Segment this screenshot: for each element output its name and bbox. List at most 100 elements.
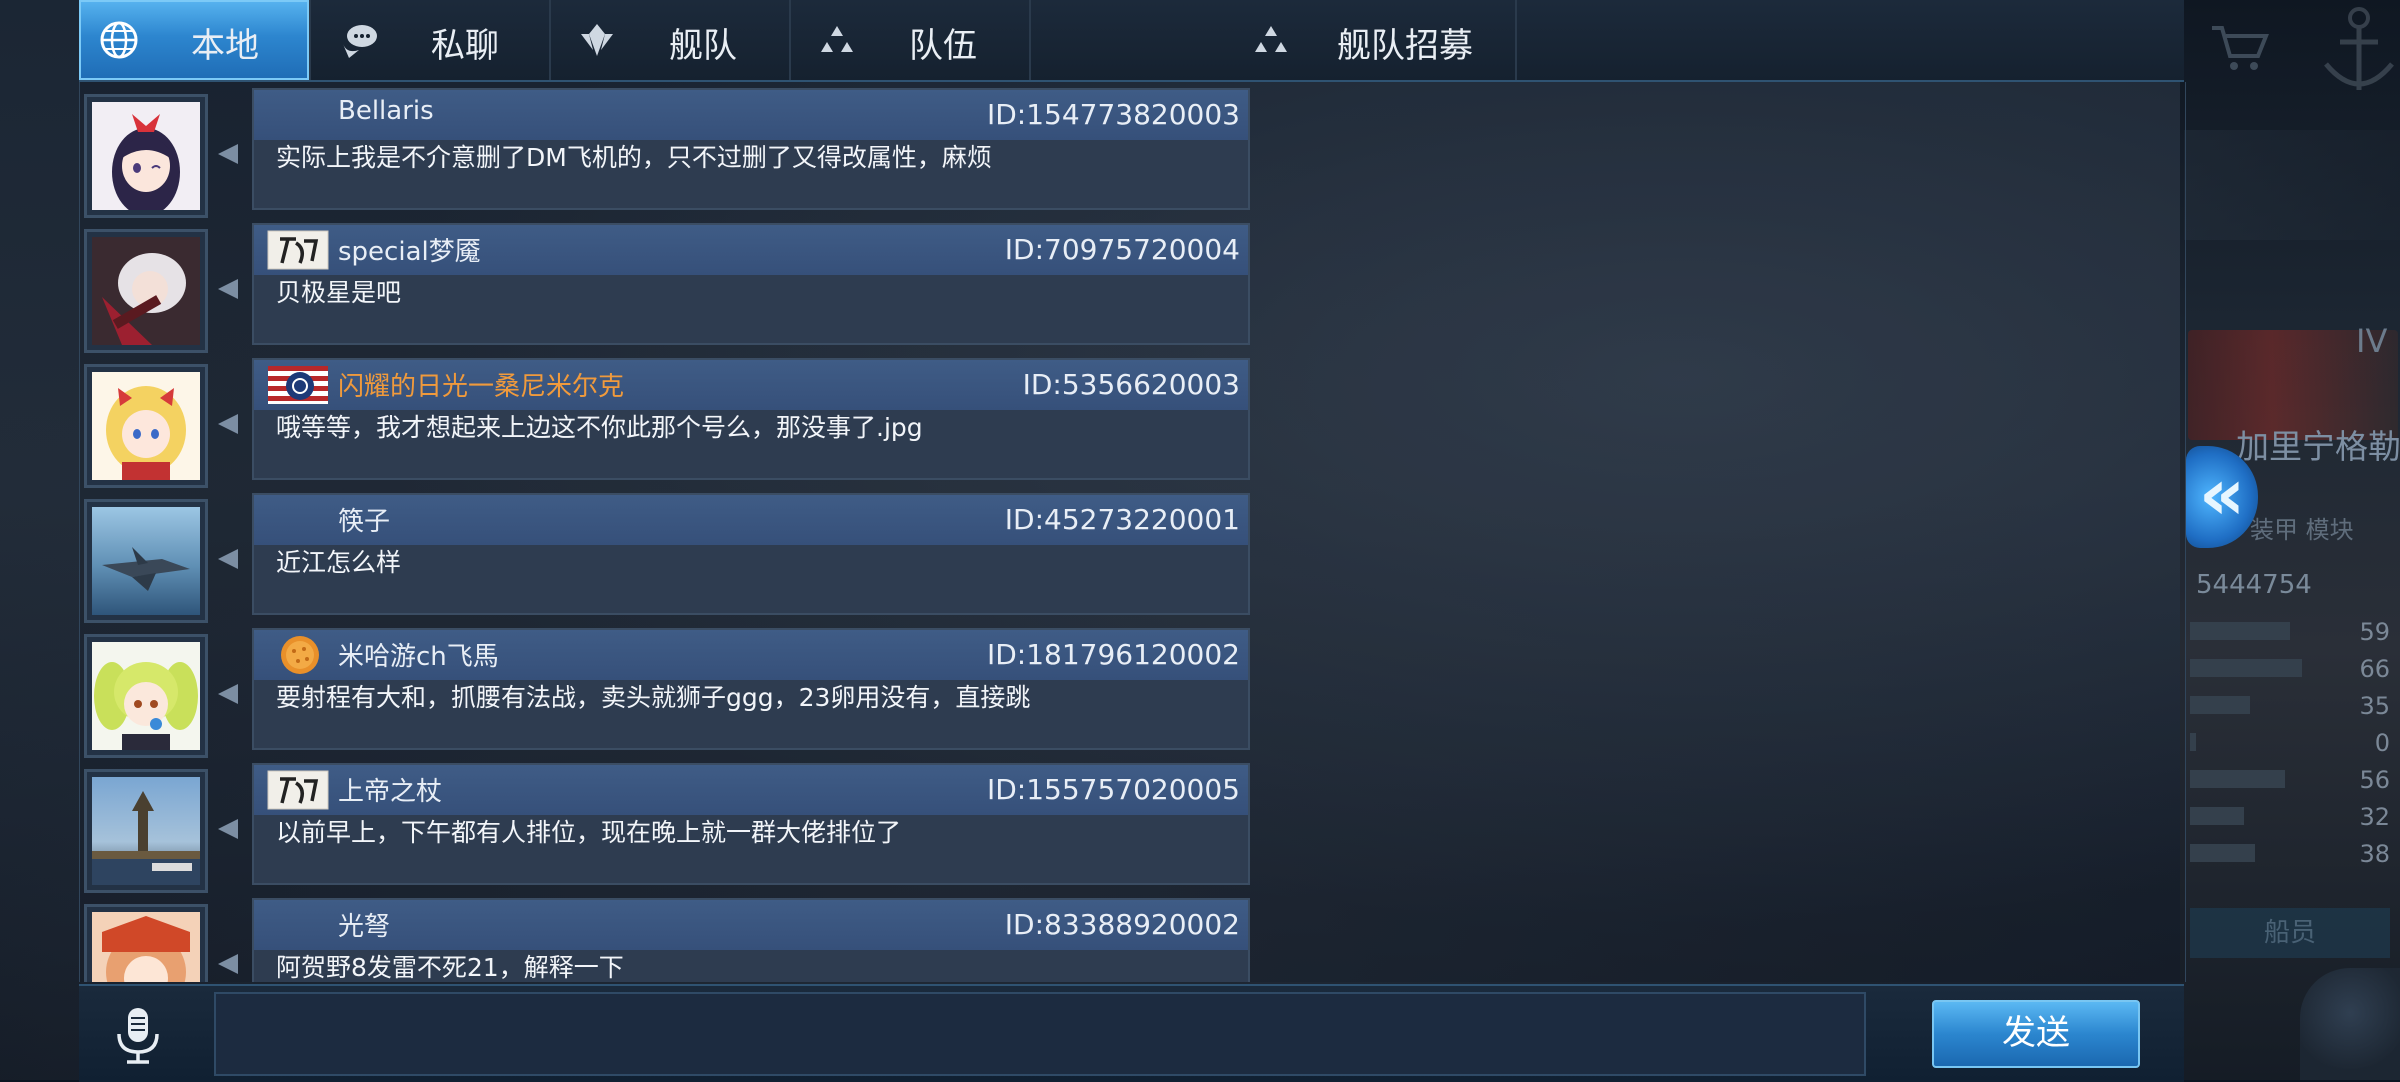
stat-value: 59 bbox=[2359, 618, 2390, 646]
stat-bar bbox=[2190, 733, 2196, 751]
us-flag-badge-icon[interactable] bbox=[266, 364, 330, 406]
tab-private[interactable]: 私聊 bbox=[311, 0, 551, 80]
sender-name[interactable]: Bellaris bbox=[338, 96, 434, 126]
ship-tier: IV bbox=[2356, 322, 2388, 360]
chat-message-list[interactable]: Bellaris ID:154773820003 实际上我是不介意删了DM飞机的… bbox=[79, 82, 2186, 982]
bubble-pointer bbox=[218, 144, 238, 164]
avatar[interactable] bbox=[84, 499, 208, 623]
bubble-pointer bbox=[218, 954, 238, 974]
stat-value: 38 bbox=[2359, 840, 2390, 868]
sender-id: ID:70975720004 bbox=[1004, 233, 1240, 266]
avatar-image bbox=[92, 237, 200, 345]
sender-id: ID:45273220001 bbox=[1004, 503, 1240, 536]
stat-bar bbox=[2190, 844, 2255, 862]
sender-name[interactable]: 光弩 bbox=[338, 906, 390, 943]
chat-message: 筷子 ID:45273220001 近江怎么样 bbox=[80, 493, 1250, 623]
chat-message: 上帝之杖 ID:155757020005 以前早上，下午都有人排位，现在晚上就一… bbox=[80, 763, 1250, 893]
stat-value: 0 bbox=[2374, 729, 2390, 757]
sender-name[interactable]: 上帝之杖 bbox=[338, 771, 442, 808]
message-header: 米哈游ch飞馬 ID:181796120002 bbox=[254, 630, 1248, 680]
stat-row: 32 bbox=[2190, 803, 2400, 831]
tab-local-label: 本地 bbox=[191, 26, 259, 66]
message-text: 贝极星是吧 bbox=[276, 278, 402, 307]
stat-row: 56 bbox=[2190, 766, 2400, 794]
avatar[interactable] bbox=[84, 904, 208, 982]
message-text: 阿贺野8发雷不死21，解释一下 bbox=[276, 953, 624, 982]
message-bubble: Bellaris ID:154773820003 实际上我是不介意删了DM飞机的… bbox=[252, 88, 1250, 210]
sender-name[interactable]: 筷子 bbox=[338, 501, 390, 538]
chat-bubble-icon bbox=[343, 25, 377, 58]
ship-id: 5444754 bbox=[2196, 570, 2312, 600]
ship-name: 加里宁格勒 bbox=[2236, 427, 2400, 466]
sender-id: ID:181796120002 bbox=[986, 638, 1240, 671]
chat-channel-tabs: 本地 私聊 舰队 队伍 舰队招募 bbox=[79, 0, 2184, 82]
message-bubble: 闪耀的日光一桑尼米尔克 ID:5356620003 哦等等，我才想起来上边这不你… bbox=[252, 358, 1250, 480]
sender-id: ID:83388920002 bbox=[1004, 908, 1240, 941]
avatar[interactable] bbox=[84, 364, 208, 488]
tab-private-label: 私聊 bbox=[431, 26, 499, 66]
stat-bar bbox=[2190, 622, 2291, 640]
chat-message: special梦魇 ID:70975720004 贝极星是吧 bbox=[80, 223, 1250, 353]
message-bubble: 光弩 ID:83388920002 阿贺野8发雷不死21，解释一下 bbox=[252, 898, 1250, 982]
crew-button[interactable]: 船员 bbox=[2190, 908, 2390, 958]
microphone-icon[interactable] bbox=[109, 1004, 167, 1068]
team-dots-icon bbox=[1255, 26, 1287, 52]
avatar-image bbox=[92, 372, 200, 480]
sender-id: ID:5356620003 bbox=[1022, 368, 1240, 401]
message-bubble: special梦魇 ID:70975720004 贝极星是吧 bbox=[252, 223, 1250, 345]
anchor-icon[interactable] bbox=[2318, 4, 2400, 102]
sender-name[interactable]: 闪耀的日光一桑尼米尔克 bbox=[338, 366, 624, 403]
stat-bar bbox=[2190, 807, 2245, 825]
stat-bar bbox=[2190, 696, 2250, 714]
message-bubble: 上帝之杖 ID:155757020005 以前早上，下午都有人排位，现在晚上就一… bbox=[252, 763, 1250, 885]
stat-row: 59 bbox=[2190, 618, 2400, 646]
tab-fleet[interactable]: 舰队 bbox=[551, 0, 791, 80]
message-text: 要射程有大和，抓腰有法战，卖头就狮子ggg，23卵用没有，直接跳 bbox=[276, 683, 1031, 712]
message-text: 哦等等，我才想起来上边这不你此那个号么，那没事了.jpg bbox=[276, 413, 923, 442]
message-header: 筷子 ID:45273220001 bbox=[254, 495, 1248, 545]
tab-fleet-recruit-label: 舰队招募 bbox=[1337, 26, 1473, 66]
sender-name[interactable]: 米哈游ch飞馬 bbox=[338, 636, 499, 673]
sender-id: ID:155757020005 bbox=[986, 773, 1240, 806]
avatar[interactable] bbox=[84, 229, 208, 353]
calligraphy-badge-icon[interactable] bbox=[266, 769, 330, 811]
ship-sub-labels: 装甲 模块 bbox=[2250, 516, 2354, 544]
stat-bar bbox=[2190, 770, 2286, 788]
tab-team[interactable]: 队伍 bbox=[791, 0, 1031, 80]
stat-row: 66 bbox=[2190, 655, 2400, 683]
stat-value: 32 bbox=[2359, 803, 2390, 831]
sender-name[interactable]: special梦魇 bbox=[338, 231, 481, 268]
stat-row: 35 bbox=[2190, 692, 2400, 720]
avatar-image bbox=[92, 507, 200, 615]
bubble-pointer bbox=[218, 414, 238, 434]
avatar[interactable] bbox=[84, 634, 208, 758]
captain-avatar[interactable] bbox=[2300, 968, 2400, 1080]
avatar-image bbox=[92, 102, 200, 210]
calligraphy-badge-icon[interactable] bbox=[266, 229, 330, 271]
fleet-emblem-icon bbox=[581, 24, 613, 56]
stat-value: 66 bbox=[2359, 655, 2390, 683]
send-button[interactable]: 发送 bbox=[1932, 1000, 2140, 1068]
team-dots-icon bbox=[821, 26, 853, 52]
stat-value: 56 bbox=[2359, 766, 2390, 794]
tab-local[interactable]: 本地 bbox=[79, 0, 311, 80]
avatar[interactable] bbox=[84, 94, 208, 218]
bubble-pointer bbox=[218, 549, 238, 569]
chat-text-input[interactable] bbox=[214, 992, 1866, 1076]
bubble-pointer bbox=[218, 279, 238, 299]
chat-input-bar: 发送 bbox=[79, 984, 2184, 1082]
bubble-pointer bbox=[218, 819, 238, 839]
avatar[interactable] bbox=[84, 769, 208, 893]
shopping-cart-icon[interactable] bbox=[2208, 22, 2270, 74]
tab-fleet-recruit[interactable]: 舰队招募 bbox=[1031, 0, 1517, 80]
message-header: Bellaris ID:154773820003 bbox=[254, 90, 1248, 140]
message-text: 实际上我是不介意删了DM飞机的，只不过删了又得改属性，麻烦 bbox=[276, 143, 992, 172]
orange-coin-badge-icon[interactable] bbox=[266, 634, 330, 676]
message-header: 上帝之杖 ID:155757020005 bbox=[254, 765, 1248, 815]
avatar-image bbox=[92, 777, 200, 885]
chat-message: 米哈游ch飞馬 ID:181796120002 要射程有大和，抓腰有法战，卖头就… bbox=[80, 628, 1250, 758]
avatar-image bbox=[92, 912, 200, 982]
stat-row: 38 bbox=[2190, 840, 2400, 868]
message-bubble: 筷子 ID:45273220001 近江怎么样 bbox=[252, 493, 1250, 615]
message-header: 闪耀的日光一桑尼米尔克 ID:5356620003 bbox=[254, 360, 1248, 410]
